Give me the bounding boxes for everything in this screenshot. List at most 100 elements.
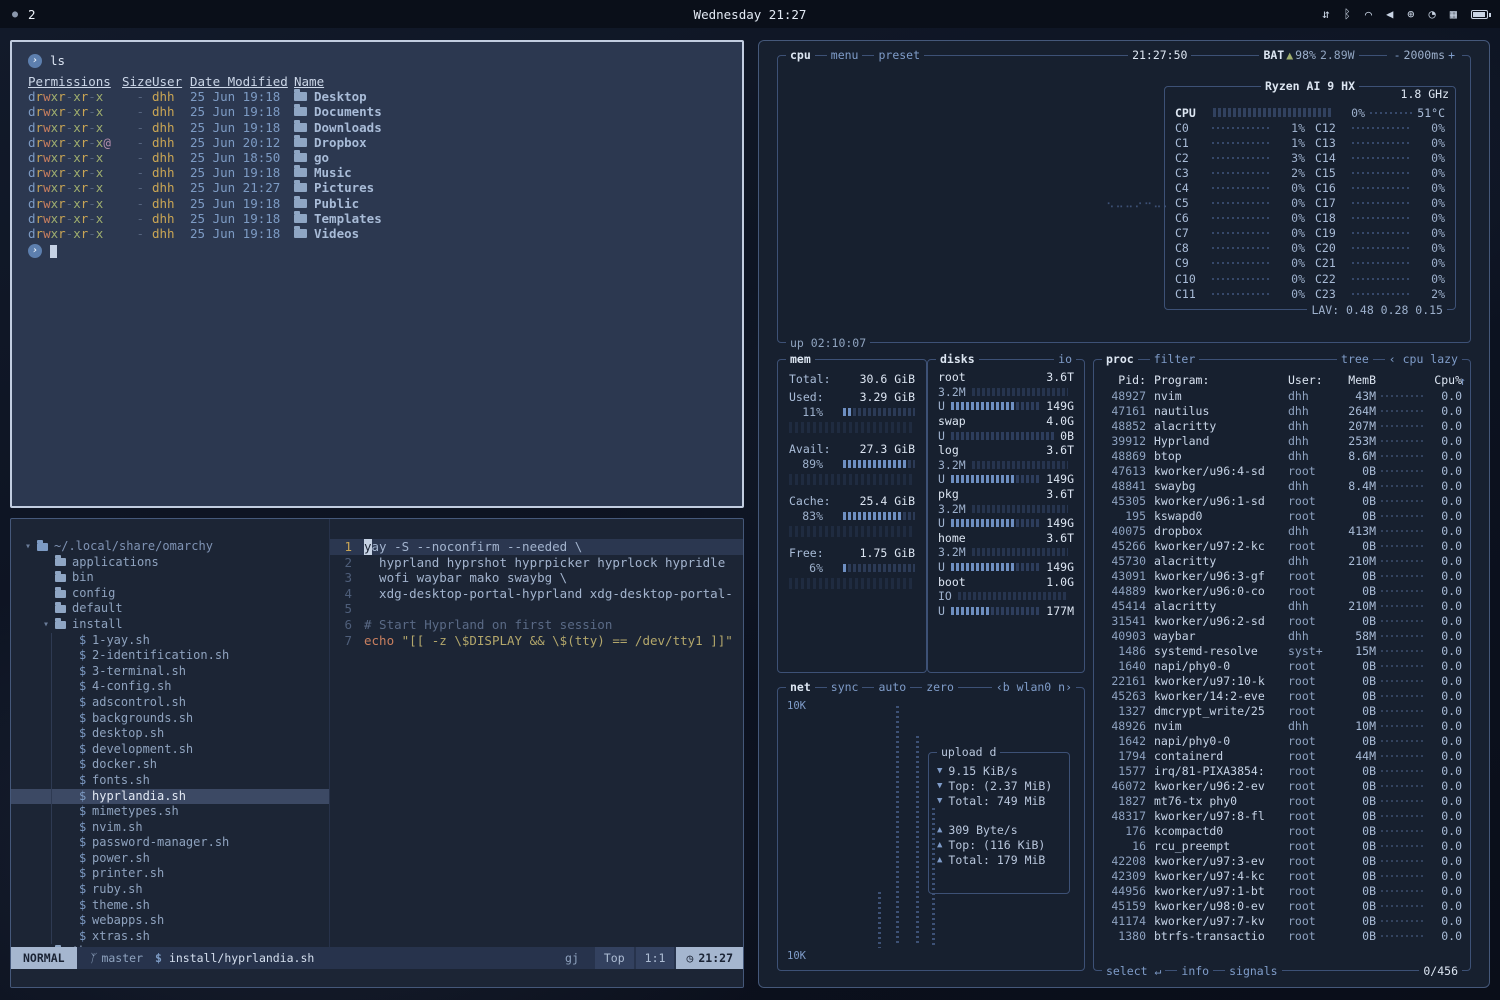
process-row[interactable]: 44956 kworker/u97:1-bt root 0B 0.0 (1102, 883, 1462, 898)
process-row[interactable]: 16 rcu_preempt root 0B 0.0 (1102, 838, 1462, 853)
volume-icon[interactable]: ◀ (1386, 7, 1393, 21)
tree-item[interactable]: ▾ $ config (11, 586, 329, 602)
io-mode-button[interactable]: io (1054, 352, 1076, 366)
tree-item[interactable]: ▾ $ bin (11, 570, 329, 586)
info-button[interactable]: info (1177, 964, 1213, 978)
auto-button[interactable]: auto (874, 680, 910, 694)
zero-button[interactable]: zero (922, 680, 958, 694)
interface-switcher[interactable]: ‹b wlan0 n› (992, 680, 1076, 694)
tree-item[interactable]: ▾ $ theme.sh (11, 898, 329, 914)
tree-item[interactable]: ▾ $ desktop.sh (11, 726, 329, 742)
editor-pane[interactable]: 1 y ay -S --noconfirm --needed \ 2 hyprl… (329, 519, 743, 947)
process-row[interactable]: 48841 swaybg dhh 8.4M 0.0 (1102, 478, 1462, 493)
process-row[interactable]: 1642 napi/phy0-0 root 0B 0.0 (1102, 733, 1462, 748)
code-line[interactable]: 2 hyprland hyprshot hyprpicker hyprlock … (330, 555, 743, 571)
process-row[interactable]: 45730 alacritty dhh 210M 0.0 (1102, 553, 1462, 568)
bluetooth-icon[interactable]: ᛒ (1344, 7, 1351, 21)
process-row[interactable]: 1827 mt76-tx phy0 root 0B 0.0 (1102, 793, 1462, 808)
terminal-window[interactable]: › ls Permissions Size User Date Modified… (10, 40, 744, 508)
workspace-number[interactable]: 2 (28, 7, 36, 22)
process-row[interactable]: 45414 alacritty dhh 210M 0.0 (1102, 598, 1462, 613)
session-icon[interactable]: ◔ (1429, 7, 1436, 21)
tree-item[interactable]: ▾ $ password-manager.sh (11, 835, 329, 851)
tree-item[interactable]: ▾ $ xtras.sh (11, 929, 329, 945)
interval-increase-button[interactable]: + (1445, 48, 1458, 62)
tree-item[interactable]: ▾ $ 1-yay.sh (11, 633, 329, 649)
process-row[interactable]: 42208 kworker/u97:3-ev root 0B 0.0 (1102, 853, 1462, 868)
process-row[interactable]: 47613 kworker/u96:4-sd root 0B 0.0 (1102, 463, 1462, 478)
network-icon[interactable]: ⊕ (1407, 7, 1414, 21)
process-row[interactable]: 45266 kworker/u97:2-kc root 0B 0.0 (1102, 538, 1462, 553)
tree-item[interactable]: ▾ $ hyprlandia.sh (11, 789, 329, 805)
prompt-line[interactable]: › (28, 243, 726, 259)
tree-item[interactable]: ▾ $ webapps.sh (11, 913, 329, 929)
code-line[interactable]: 1 y ay -S --noconfirm --needed \ (330, 539, 743, 555)
interval-decrease-button[interactable]: - (1391, 48, 1404, 62)
tree-item[interactable]: ▾ $ power.sh (11, 851, 329, 867)
process-row[interactable]: 48869 btop dhh 8.6M 0.0 (1102, 448, 1462, 463)
code-line[interactable]: 3 wofi waybar mako swaybg \ (330, 570, 743, 586)
tree-item[interactable]: ▾ $ applications (11, 555, 329, 571)
process-row[interactable]: 22161 kworker/u97:10-k root 0B 0.0 (1102, 673, 1462, 688)
process-row[interactable]: 40903 waybar dhh 58M 0.0 (1102, 628, 1462, 643)
process-row[interactable]: 31541 kworker/u96:2-sd root 0B 0.0 (1102, 613, 1462, 628)
process-row[interactable]: 1577 irq/81-PIXA3854: root 0B 0.0 (1102, 763, 1462, 778)
code-line[interactable]: 4 xdg-desktop-portal-hyprland xdg-deskto… (330, 586, 743, 602)
process-row[interactable]: 1380 btrfs-transactio root 0B 0.0 (1102, 928, 1462, 943)
process-row[interactable]: 40075 dropbox dhh 413M 0.0 (1102, 523, 1462, 538)
process-row[interactable]: 1794 containerd root 44M 0.0 (1102, 748, 1462, 763)
tree-item[interactable]: ▾ $ development.sh (11, 742, 329, 758)
btop-window[interactable]: cpu menu preset 21:27:50 BAT▲98%2.89W -2… (758, 40, 1490, 988)
tree-item[interactable]: ▾ $ ruby.sh (11, 882, 329, 898)
process-row[interactable]: 41174 kworker/u97:7-kv root 0B 0.0 (1102, 913, 1462, 928)
process-row[interactable]: 45159 kworker/u98:0-ev root 0B 0.0 (1102, 898, 1462, 913)
tree-item[interactable]: ▾ $ default (11, 601, 329, 617)
sort-selector[interactable]: ‹ cpu lazy (1385, 352, 1462, 366)
process-row[interactable]: 48852 alacritty dhh 207M 0.0 (1102, 418, 1462, 433)
process-row[interactable]: 48927 nvim dhh 43M 0.0 (1102, 388, 1462, 403)
tree-item[interactable]: ▾ $ backgrounds.sh (11, 711, 329, 727)
screen-arrows-icon[interactable]: ⇵ (1322, 7, 1329, 21)
tree-item[interactable]: ▾ $ ~/.local/share/omarchy (11, 539, 329, 555)
code-line[interactable]: 5 (330, 601, 743, 617)
tree-item[interactable]: ▾ $ 2-identification.sh (11, 648, 329, 664)
process-row[interactable]: 48317 kworker/u97:8-fl root 0B 0.0 (1102, 808, 1462, 823)
select-button[interactable]: select ↵ (1102, 964, 1165, 978)
tree-item[interactable]: ▾ $ 4-config.sh (11, 679, 329, 695)
process-row[interactable]: 195 kswapd0 root 0B 0.0 (1102, 508, 1462, 523)
process-row[interactable]: 46072 kworker/u96:2-ev root 0B 0.0 (1102, 778, 1462, 793)
tree-item[interactable]: ▾ $ mimetypes.sh (11, 804, 329, 820)
process-row[interactable]: 47161 nautilus dhh 264M 0.0 (1102, 403, 1462, 418)
preset-button[interactable]: preset (874, 48, 924, 62)
code-line[interactable]: 6 # Start Hyprland on first session (330, 617, 743, 633)
wifi-icon[interactable]: ⌒ (1365, 7, 1372, 21)
process-row[interactable]: 45305 kworker/u96:1-sd root 0B 0.0 (1102, 493, 1462, 508)
apps-icon[interactable]: ▦ (1450, 7, 1457, 21)
neovim-window[interactable]: ▾ $ ~/.local/share/omarchy ▾ $ applicati… (10, 518, 744, 988)
tree-item[interactable]: ▾ $ adscontrol.sh (11, 695, 329, 711)
signals-button[interactable]: signals (1225, 964, 1281, 978)
process-row[interactable]: 44889 kworker/u96:0-co root 0B 0.0 (1102, 583, 1462, 598)
sync-button[interactable]: sync (827, 680, 863, 694)
process-row[interactable]: 176 kcompactd0 root 0B 0.0 (1102, 823, 1462, 838)
tree-item[interactable]: ▾ $ fonts.sh (11, 773, 329, 789)
scroll-up-icon[interactable]: ↑ (1459, 374, 1466, 388)
menu-button[interactable]: menu (827, 48, 863, 62)
process-row[interactable]: 48926 nvim dhh 10M 0.0 (1102, 718, 1462, 733)
process-row[interactable]: 1486 systemd-resolve syst+ 15M 0.0 (1102, 643, 1462, 658)
process-row[interactable]: 1327 dmcrypt_write/25 root 0B 0.0 (1102, 703, 1462, 718)
tree-item[interactable]: ▾ $ install (11, 617, 329, 633)
tree-item[interactable]: ▾ $ docker.sh (11, 757, 329, 773)
battery-icon[interactable] (1471, 10, 1488, 19)
filter-button[interactable]: filter (1150, 352, 1200, 366)
tree-item[interactable]: ▾ $ nvim.sh (11, 820, 329, 836)
tree-button[interactable]: tree (1337, 352, 1373, 366)
process-row[interactable]: 39912 Hyprland dhh 253M 0.0 (1102, 433, 1462, 448)
process-row[interactable]: 1640 napi/phy0-0 root 0B 0.0 (1102, 658, 1462, 673)
process-row[interactable]: 45263 kworker/14:2-eve root 0B 0.0 (1102, 688, 1462, 703)
process-row[interactable]: 42309 kworker/u97:4-kc root 0B 0.0 (1102, 868, 1462, 883)
tree-item[interactable]: ▾ $ printer.sh (11, 866, 329, 882)
tree-item[interactable]: ▾ $ 3-terminal.sh (11, 664, 329, 680)
code-line[interactable]: 7 echo "[[ -z \$DISPLAY && \$(tty) == /d… (330, 633, 743, 649)
process-row[interactable]: 43091 kworker/u96:3-gf root 0B 0.0 (1102, 568, 1462, 583)
